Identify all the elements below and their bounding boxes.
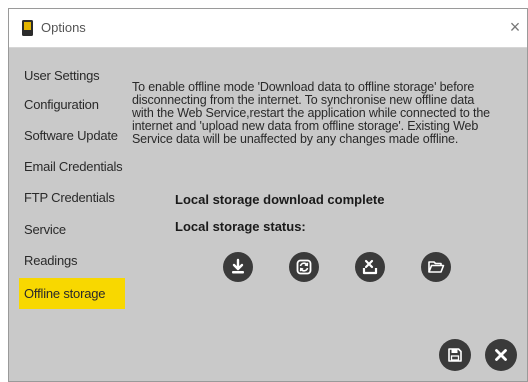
sidebar-item-readings[interactable]: Readings — [19, 247, 125, 275]
save-icon — [448, 348, 462, 362]
title-bar: Options × — [9, 9, 527, 48]
download-status-text: Local storage download complete — [175, 192, 385, 207]
storage-status-label: Local storage status: — [175, 219, 306, 234]
download-icon — [232, 258, 244, 274]
window-title: Options — [41, 20, 86, 35]
close-button[interactable] — [485, 339, 517, 371]
download-button[interactable] — [223, 252, 253, 282]
save-button[interactable] — [439, 339, 471, 371]
sidebar-item-configuration[interactable]: Configuration — [19, 91, 125, 119]
sidebar-item-email-credentials[interactable]: Email Credentials — [19, 153, 125, 181]
sidebar-item-service[interactable]: Service — [19, 216, 125, 244]
close-icon — [495, 349, 507, 361]
window-close-button[interactable]: × — [505, 16, 525, 38]
sidebar-item-software-update[interactable]: Software Update — [19, 122, 125, 150]
folder-open-icon — [428, 261, 445, 273]
sync-icon — [296, 259, 312, 275]
sidebar-item-ftp-credentials[interactable]: FTP Credentials — [19, 184, 125, 212]
app-icon — [22, 20, 33, 36]
options-window: Options × User Settings Configuration So… — [8, 8, 528, 382]
offline-info-text: To enable offline mode 'Download data to… — [132, 81, 524, 146]
open-folder-button[interactable] — [421, 252, 451, 282]
info-line: Service data will be unaffected by any c… — [132, 132, 459, 146]
sidebar-item-offline-storage[interactable]: Offline storage — [19, 278, 125, 309]
sync-button[interactable] — [289, 252, 319, 282]
sidebar-item-user-settings[interactable]: User Settings — [19, 62, 125, 90]
clear-storage-icon — [362, 259, 378, 275]
clear-storage-button[interactable] — [355, 252, 385, 282]
